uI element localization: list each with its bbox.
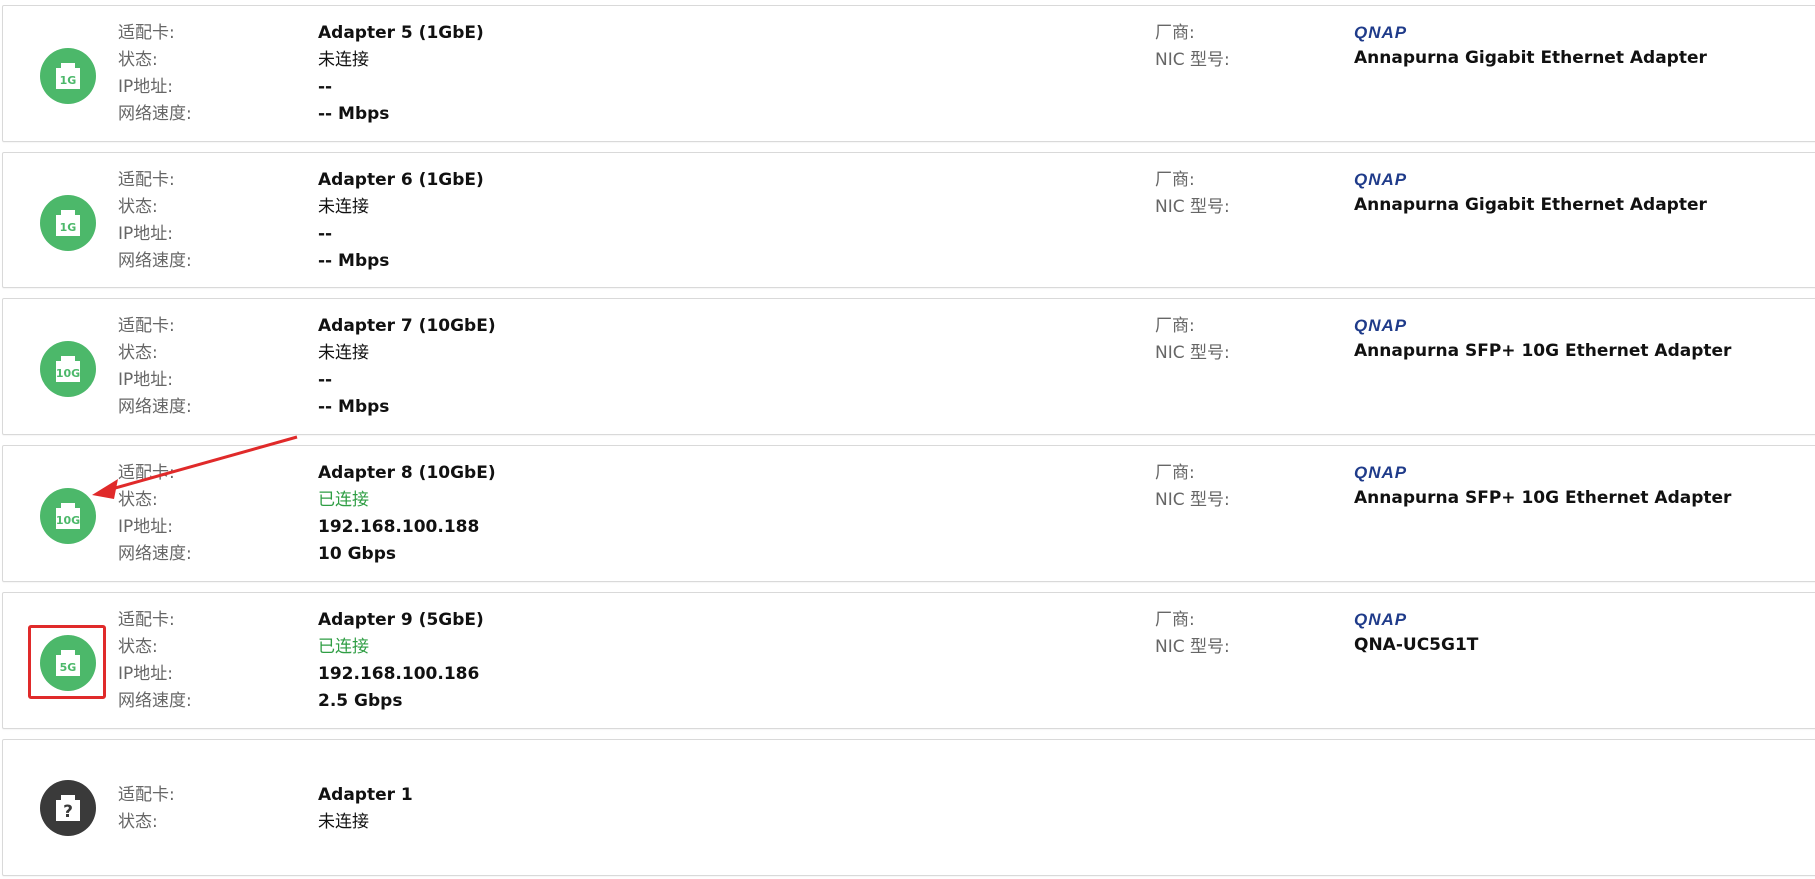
adapter-name: Adapter 1 xyxy=(318,785,413,805)
vendor-label: 厂商: xyxy=(1155,316,1195,336)
status-value: 未连接 xyxy=(318,197,369,217)
vendor-label: 厂商: xyxy=(1155,610,1195,630)
ip-value: -- xyxy=(318,77,333,97)
ip-value: 192.168.100.188 xyxy=(318,517,480,537)
status-value: 已连接 xyxy=(318,637,369,657)
speed-value: 10 Gbps xyxy=(318,544,396,564)
nic-model-label: NIC 型号: xyxy=(1155,50,1230,70)
speed-label: 网络速度: xyxy=(118,544,192,564)
nic-model-value: Annapurna SFP+ 10G Ethernet Adapter xyxy=(1354,488,1732,508)
adapter-name: Adapter 6 (1GbE) xyxy=(318,170,484,190)
adapter-name: Adapter 7 (10GbE) xyxy=(318,316,496,336)
vendor-label: 厂商: xyxy=(1155,23,1195,43)
vendor-label: 厂商: xyxy=(1155,463,1195,483)
status-value: 未连接 xyxy=(318,343,369,363)
adapter-card[interactable]: ? 适配卡: Adapter 1 状态: 未连接 xyxy=(2,739,1815,876)
speed-value: -- Mbps xyxy=(318,397,390,417)
adapter-name: Adapter 9 (5GbE) xyxy=(318,610,484,630)
adapter-name: Adapter 5 (1GbE) xyxy=(318,23,484,43)
adapter-label: 适配卡: xyxy=(118,610,175,630)
nic-model-value: QNA-UC5G1T xyxy=(1354,635,1479,655)
status-value: 未连接 xyxy=(318,812,369,832)
nic-model-value: Annapurna Gigabit Ethernet Adapter xyxy=(1354,48,1707,68)
nic-model-value: Annapurna Gigabit Ethernet Adapter xyxy=(1354,195,1707,215)
qnap-logo: QNAP xyxy=(1354,610,1408,629)
speed-value: 2.5 Gbps xyxy=(318,691,403,711)
speed-label: 网络速度: xyxy=(118,691,192,711)
adapter-name: Adapter 8 (10GbE) xyxy=(318,463,496,483)
nic-model-value: Annapurna SFP+ 10G Ethernet Adapter xyxy=(1354,341,1732,361)
ip-value: 192.168.100.186 xyxy=(318,664,480,684)
nic-model-label: NIC 型号: xyxy=(1155,490,1230,510)
ip-label: IP地址: xyxy=(118,517,173,537)
vendor-label: 厂商: xyxy=(1155,170,1195,190)
status-label: 状态: xyxy=(118,812,158,832)
speed-value: -- Mbps xyxy=(318,104,390,124)
nic-model-label: NIC 型号: xyxy=(1155,343,1230,363)
ip-value: -- xyxy=(318,370,333,390)
speed-value: -- Mbps xyxy=(318,251,390,271)
ip-value: -- xyxy=(318,224,333,244)
unknown-port-icon: ? xyxy=(40,780,96,836)
qnap-logo: QNAP xyxy=(1354,463,1408,482)
qnap-logo: QNAP xyxy=(1354,23,1408,42)
highlight-box xyxy=(28,625,106,699)
annotation-arrow xyxy=(92,435,298,499)
nic-model-label: NIC 型号: xyxy=(1155,637,1230,657)
adapter-card[interactable]: 5G 适配卡: Adapter 9 (5GbE) 状态: 已连接 IP地址: 1… xyxy=(2,592,1815,729)
status-value: 已连接 xyxy=(318,490,369,510)
qnap-logo: QNAP xyxy=(1354,170,1408,189)
qnap-logo: QNAP xyxy=(1354,316,1408,335)
nic-model-label: NIC 型号: xyxy=(1155,197,1230,217)
status-value: 未连接 xyxy=(318,50,369,70)
svg-text:?: ? xyxy=(63,802,73,822)
ip-label: IP地址: xyxy=(118,664,173,684)
status-label: 状态: xyxy=(118,637,158,657)
adapter-label: 适配卡: xyxy=(118,785,175,805)
